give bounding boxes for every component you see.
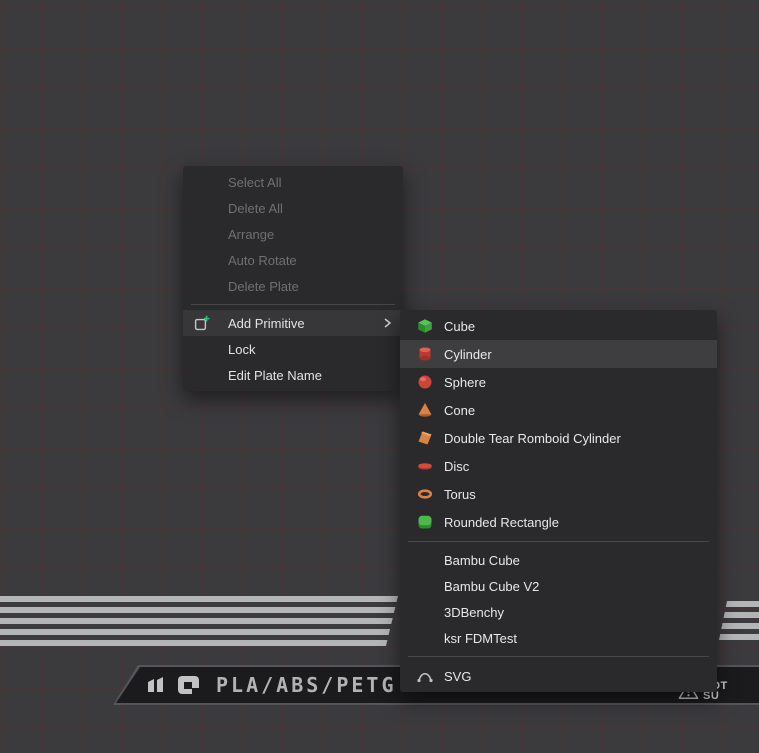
- menu-item-label: Edit Plate Name: [228, 368, 322, 383]
- menu-item-label: Lock: [228, 342, 255, 357]
- chevron-right-icon: [383, 317, 392, 329]
- cube-icon: [417, 318, 433, 334]
- torus-icon: [417, 486, 433, 502]
- submenu-item-label: Cone: [444, 403, 475, 418]
- menu-item-label: Add Primitive: [228, 316, 305, 331]
- disc-icon: [417, 458, 433, 474]
- submenu-item-svg[interactable]: SVG: [400, 662, 717, 690]
- plate-stripe: [0, 596, 398, 602]
- sphere-icon: [417, 374, 433, 390]
- submenu-item-label: ksr FDMTest: [444, 631, 517, 646]
- svg-curve-icon: [417, 668, 433, 684]
- plate-context-menu: Select All Delete All Arrange Auto Rotat…: [183, 166, 403, 391]
- menu-separator: [191, 304, 395, 305]
- menu-item-arrange: Arrange: [183, 221, 403, 247]
- submenu-item-3dbenchy[interactable]: 3DBenchy: [400, 599, 717, 625]
- menu-item-auto-rotate: Auto Rotate: [183, 247, 403, 273]
- menu-item-label: Delete All: [228, 201, 283, 216]
- submenu-item-label: Bambu Cube: [444, 553, 520, 568]
- plate-stripe: [719, 623, 759, 629]
- menu-separator: [408, 656, 709, 657]
- submenu-item-label: Rounded Rectangle: [444, 515, 559, 530]
- cylinder-icon: [417, 346, 433, 362]
- menu-item-delete-all: Delete All: [183, 195, 403, 221]
- plate-stripe: [0, 618, 398, 624]
- add-primitive-submenu: Cube Cylinder Sphere: [400, 310, 717, 692]
- submenu-item-double-tear-romboid-cylinder[interactable]: Double Tear Romboid Cylinder: [400, 424, 717, 452]
- rounded-rectangle-icon: [417, 514, 433, 530]
- menu-item-edit-plate-name[interactable]: Edit Plate Name: [183, 362, 403, 388]
- plate-stripe: [0, 607, 398, 613]
- menu-item-select-all: Select All: [183, 169, 403, 195]
- submenu-item-sphere[interactable]: Sphere: [400, 368, 717, 396]
- submenu-item-label: Bambu Cube V2: [444, 579, 539, 594]
- plate-material-label: PLA/ABS/PETG: [216, 673, 397, 697]
- warning-line-2: SU: [703, 691, 728, 701]
- plate-stripe: [719, 612, 759, 618]
- menu-item-label: Delete Plate: [228, 279, 299, 294]
- add-primitive-icon: [194, 315, 210, 331]
- submenu-item-cylinder[interactable]: Cylinder: [400, 340, 717, 368]
- menu-separator: [408, 541, 709, 542]
- plate-stripe: [0, 629, 398, 635]
- menu-item-lock[interactable]: Lock: [183, 336, 403, 362]
- plate-stripe: [0, 640, 398, 646]
- bambu-logo-icon: [146, 676, 168, 694]
- submenu-item-rounded-rectangle[interactable]: Rounded Rectangle: [400, 508, 717, 536]
- submenu-item-ksr-fdmtest[interactable]: ksr FDMTest: [400, 625, 717, 651]
- plate-stripe: [719, 634, 759, 640]
- submenu-item-label: Double Tear Romboid Cylinder: [444, 431, 621, 446]
- submenu-item-torus[interactable]: Torus: [400, 480, 717, 508]
- menu-item-label: Arrange: [228, 227, 274, 242]
- submenu-item-label: SVG: [444, 669, 471, 684]
- menu-item-label: Auto Rotate: [228, 253, 297, 268]
- submenu-item-label: Sphere: [444, 375, 486, 390]
- viewport-3d[interactable]: PLA/ABS/PETG HOT SU Select All Delete Al…: [0, 0, 759, 753]
- cone-icon: [417, 402, 433, 418]
- submenu-item-label: Torus: [444, 487, 476, 502]
- plate-stripe: [719, 601, 759, 607]
- submenu-item-label: Cube: [444, 319, 475, 334]
- romboid-cylinder-icon: [417, 430, 433, 446]
- menu-item-add-primitive[interactable]: Add Primitive: [183, 310, 403, 336]
- submenu-item-disc[interactable]: Disc: [400, 452, 717, 480]
- plate-stripes-left: [0, 596, 398, 646]
- menu-item-delete-plate: Delete Plate: [183, 273, 403, 299]
- plate-logo-icon: [177, 675, 201, 695]
- plate-stripes-right: [719, 601, 759, 640]
- submenu-item-label: Cylinder: [444, 347, 492, 362]
- submenu-item-bambu-cube-v2[interactable]: Bambu Cube V2: [400, 573, 717, 599]
- submenu-item-bambu-cube[interactable]: Bambu Cube: [400, 547, 717, 573]
- submenu-item-label: Disc: [444, 459, 469, 474]
- submenu-item-cone[interactable]: Cone: [400, 396, 717, 424]
- menu-item-label: Select All: [228, 175, 281, 190]
- submenu-item-cube[interactable]: Cube: [400, 312, 717, 340]
- submenu-item-label: 3DBenchy: [444, 605, 504, 620]
